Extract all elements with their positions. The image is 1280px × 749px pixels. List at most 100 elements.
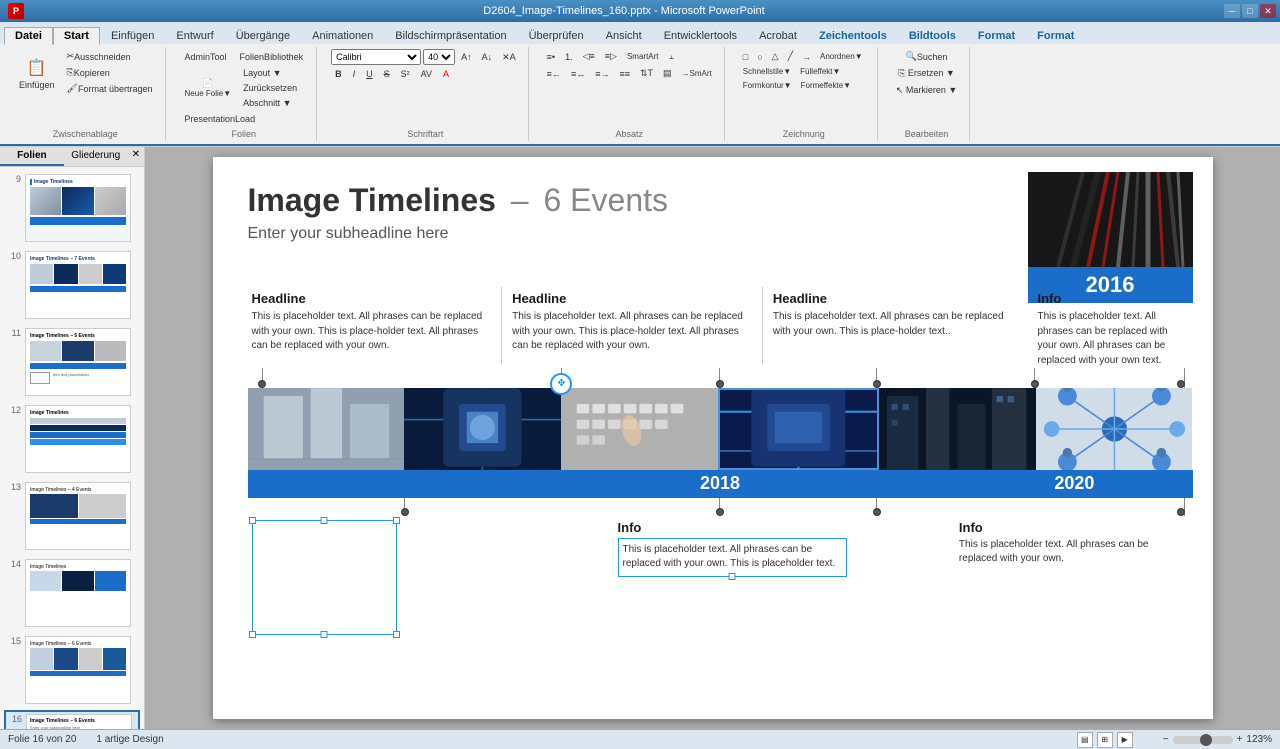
zoom-slider[interactable] <box>1173 736 1233 744</box>
normal-view-button[interactable]: ▤ <box>1077 732 1093 748</box>
paste-button[interactable]: 📋 Einfügen <box>14 53 60 93</box>
text-direction-button[interactable]: ⇅T <box>636 66 657 81</box>
slide-item[interactable]: 9 Image Timelines <box>4 171 140 245</box>
slideshow-button[interactable]: ▶ <box>1117 732 1133 748</box>
format-transfer-button[interactable]: 🖌Format übertragen <box>63 81 157 96</box>
move-handle[interactable]: ✥ <box>550 373 572 395</box>
sidebar-tab-gliederung[interactable]: Gliederung <box>64 147 128 166</box>
decrease-font-button[interactable]: A↓ <box>478 50 497 64</box>
main-area[interactable]: Image Timelines – 6 Events Enter your su… <box>145 147 1280 729</box>
selected-text-box[interactable] <box>252 520 397 635</box>
slide-item[interactable]: 14 Image Timelines <box>4 556 140 630</box>
zoom-in-button[interactable]: + <box>1237 734 1243 745</box>
fill-button[interactable]: Fülleffekt▼ <box>796 65 844 78</box>
handle-tc[interactable] <box>321 517 328 524</box>
sidebar-close-button[interactable]: ✕ <box>128 147 144 166</box>
tab-bildschirmpraesentaion[interactable]: Bildschirmpräsentation <box>384 27 517 44</box>
tab-start[interactable]: Start <box>53 27 100 45</box>
tab-datei[interactable]: Datei <box>4 27 53 45</box>
clear-format-button[interactable]: ✕A <box>498 50 520 65</box>
sidebar-tab-folien[interactable]: Folien <box>0 147 64 166</box>
justify-button[interactable]: ≡≡ <box>615 67 634 81</box>
tab-uebergaenge[interactable]: Übergänge <box>225 27 301 44</box>
handle-bc[interactable] <box>321 631 328 638</box>
zoom-out-button[interactable]: − <box>1163 734 1169 745</box>
numbering-button[interactable]: 1. <box>561 50 577 64</box>
tab-entwicklertools[interactable]: Entwicklertools <box>653 27 748 44</box>
spacing-button[interactable]: AV <box>417 67 436 81</box>
font-color-button[interactable]: A <box>439 67 453 81</box>
align-left-button[interactable]: ≡← <box>543 67 565 81</box>
bold-button[interactable]: B <box>331 67 346 81</box>
tab-entwurf[interactable]: Entwurf <box>165 27 224 44</box>
slide-item[interactable]: 12 Image Timelines <box>4 402 140 476</box>
tab-bildtools[interactable]: Bildtools <box>898 27 967 44</box>
abschnitt-button[interactable]: Abschnitt ▼ <box>239 96 301 110</box>
handle-br[interactable] <box>393 631 400 638</box>
arrow-button[interactable]: → <box>798 49 815 64</box>
cut-button[interactable]: ✂Ausschneiden <box>63 49 157 64</box>
tab-ueberpruefe[interactable]: Überprüfen <box>518 27 595 44</box>
slide-sorter-button[interactable]: ⊞ <box>1097 732 1113 748</box>
line-button[interactable]: ╱ <box>784 49 797 64</box>
zuruecksetzen-button[interactable]: Zurücksetzen <box>239 81 301 95</box>
group-bearbeiten-label: Bearbeiten <box>905 129 949 139</box>
slide-item[interactable]: 11 Image Timelines – 5 Events Info text … <box>4 325 140 399</box>
arrange-button[interactable]: Anordnen▼ <box>816 49 867 64</box>
restore-button[interactable]: □ <box>1242 4 1258 18</box>
increase-indent-button[interactable]: ≡▷ <box>601 49 621 64</box>
shape2-button[interactable]: ○ <box>753 49 766 64</box>
neue-folie-button[interactable]: 📄 Neue Folie▼ <box>180 75 237 101</box>
increase-font-button[interactable]: A↑ <box>457 50 476 64</box>
shape-button[interactable]: □ <box>739 49 752 64</box>
slide-item[interactable]: 13 Image Timelines – 4 Events <box>4 479 140 553</box>
effects-button[interactable]: Formeffekte▼ <box>797 79 855 92</box>
tab-acrobat[interactable]: Acrobat <box>748 27 808 44</box>
tab-animationen[interactable]: Animationen <box>301 27 384 44</box>
folienbibliothek-button[interactable]: FolienBibliothek <box>235 49 309 65</box>
tab-format1[interactable]: Format <box>967 27 1026 44</box>
font-family-select[interactable]: Calibri <box>331 49 421 65</box>
shape3-button[interactable]: △ <box>768 49 783 64</box>
neue-folie-icon: 📄 <box>202 78 213 89</box>
tab-ansicht[interactable]: Ansicht <box>595 27 653 44</box>
handle-tl[interactable] <box>249 517 256 524</box>
convert-to-smartart-button[interactable]: →SmArt <box>678 67 716 80</box>
italic-button[interactable]: I <box>349 67 360 81</box>
bottom-info-body-1[interactable]: This is placeholder text. All phrases ca… <box>618 538 848 577</box>
admintool-button[interactable]: AdminTool <box>180 49 232 65</box>
align-right-button[interactable]: ≡→ <box>591 67 613 81</box>
search-button[interactable]: 🔍 Suchen <box>902 49 952 64</box>
quick-styles-button[interactable]: Schnellstile▼ <box>739 65 795 78</box>
sidebar-header: Folien Gliederung ✕ <box>0 147 144 167</box>
decrease-indent-button[interactable]: ◁≡ <box>579 49 599 64</box>
underline-button[interactable]: U <box>362 67 377 81</box>
presentationload-button[interactable]: PresentationLoad <box>180 111 261 127</box>
shadow-button[interactable]: S² <box>397 67 414 81</box>
tab-zeichentools[interactable]: Zeichentools <box>808 27 898 44</box>
bullets-button[interactable]: ≡• <box>543 50 559 64</box>
handle-tr[interactable] <box>393 517 400 524</box>
align-text-button[interactable]: ▤ <box>659 66 676 81</box>
handle-bl[interactable] <box>249 631 256 638</box>
slide-item[interactable]: 10 Image Timelines – 7 Events <box>4 248 140 322</box>
zoom-thumb[interactable] <box>1200 734 1212 746</box>
slide-item[interactable]: 15 Image Timelines – 6 Events <box>4 633 140 707</box>
outline-button[interactable]: Formkontur▼ <box>739 79 796 92</box>
tbar-cell-2 <box>366 470 484 498</box>
select-button[interactable]: ↖ Markieren ▼ <box>892 83 961 98</box>
strikethrough-button[interactable]: S <box>380 67 394 81</box>
columns-button[interactable]: ⫠ <box>665 49 678 64</box>
replace-button[interactable]: ⎘ Ersetzen ▼ <box>894 66 959 81</box>
layout-button[interactable]: Layout ▼ <box>239 66 301 80</box>
align-center-button[interactable]: ≡↔ <box>567 67 589 81</box>
close-button[interactable]: ✕ <box>1260 4 1276 18</box>
tab-einfuegen[interactable]: Einfügen <box>100 27 165 44</box>
handle-bc-2[interactable] <box>729 573 736 580</box>
minimize-button[interactable]: ─ <box>1224 4 1240 18</box>
smartart-button[interactable]: SmartArt <box>623 50 663 63</box>
group-schriftart: Calibri 40 A↑ A↓ ✕A B I U S S² AV A Schr… <box>323 47 529 141</box>
copy-button[interactable]: ⎘Kopieren <box>63 65 157 80</box>
font-size-select[interactable]: 40 <box>423 49 455 65</box>
tab-format2[interactable]: Format <box>1026 27 1085 44</box>
